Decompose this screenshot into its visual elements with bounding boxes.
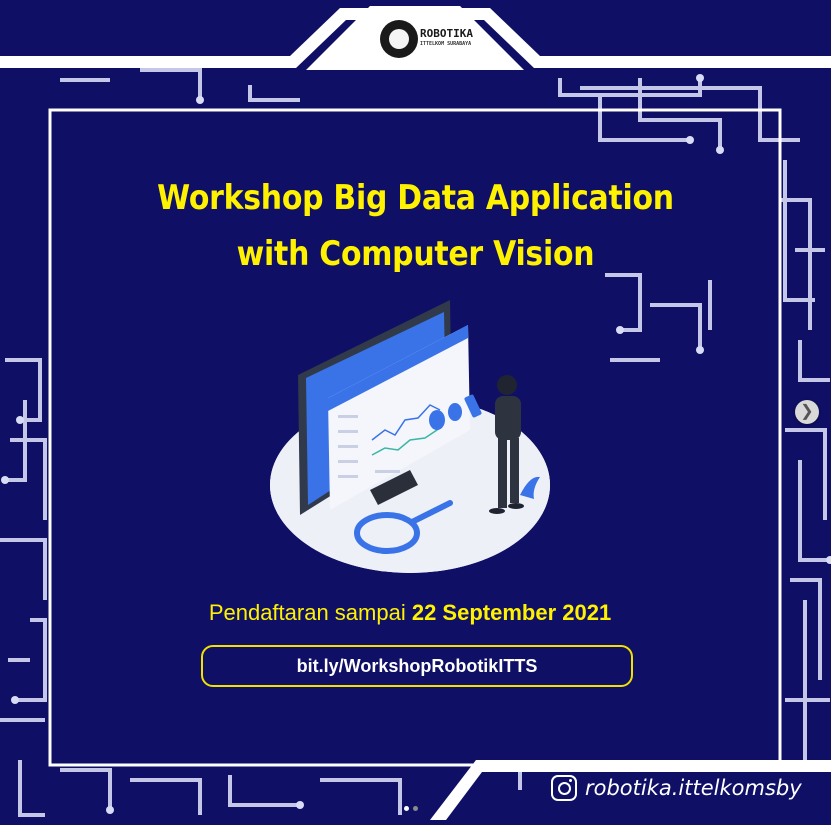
registration-prefix: Pendaftaran sampai (208, 600, 406, 625)
registration-link-text: bit.ly/WorkshopRobotikITTS (296, 655, 538, 676)
instagram-handle-text: robotika.ittelkomsby (585, 776, 802, 800)
carousel-next-button[interactable]: ❯ (795, 400, 819, 424)
poster-title: Workshop Big Data Application with Compu… (50, 170, 781, 282)
circuit-background (0, 6, 831, 820)
instagram-icon (551, 775, 577, 801)
carousel-dot-1[interactable] (404, 806, 409, 811)
registration-deadline: Pendaftaran sampai 22 September 2021 (0, 600, 820, 626)
post-image: ROBOTIKA ITTELKOM SURABAYA Workshop Big … (0, 0, 831, 825)
instagram-handle: robotika.ittelkomsby (551, 775, 802, 801)
title-line-1: Workshop Big Data Application (157, 178, 674, 218)
logo-text: ROBOTIKA ITTELKOM SURABAYA (420, 27, 473, 47)
title-line-2: with Computer Vision (236, 234, 595, 274)
robotika-logo: ROBOTIKA ITTELKOM SURABAYA (380, 20, 473, 58)
registration-link[interactable]: bit.ly/WorkshopRobotikITTS (201, 645, 633, 687)
gear-icon (380, 20, 418, 58)
carousel-dot-2[interactable] (413, 806, 418, 811)
carousel-indicator (404, 806, 418, 811)
registration-date: 22 September 2021 (411, 600, 612, 625)
chevron-right-icon: ❯ (800, 403, 814, 420)
